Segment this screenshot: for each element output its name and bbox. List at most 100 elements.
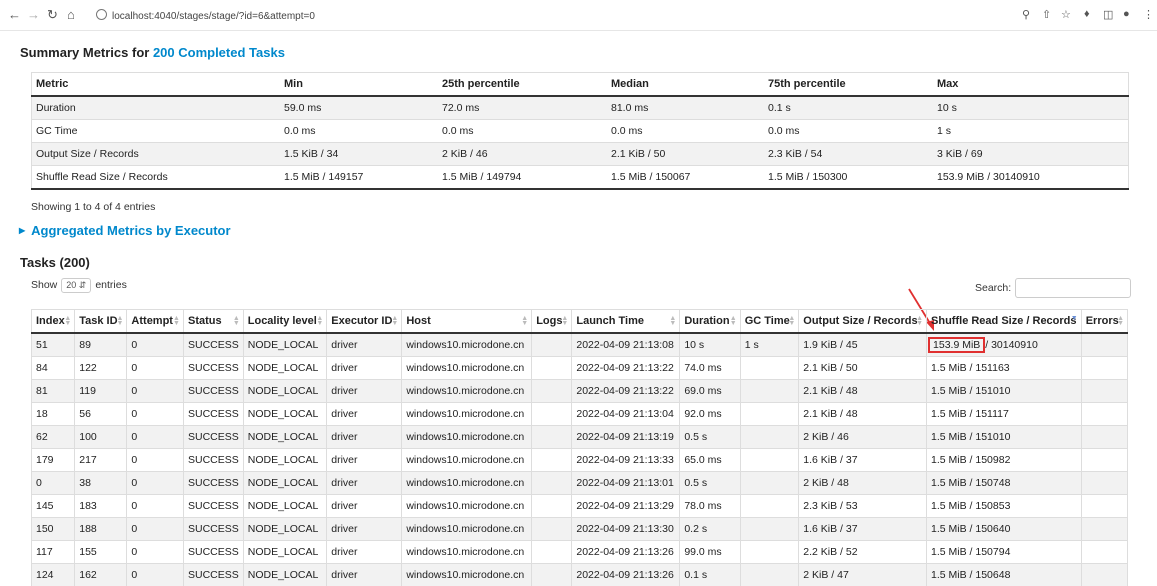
table-cell: 2.1 KiB / 50 [798, 356, 928, 380]
table-cell: NODE_LOCAL [242, 356, 328, 380]
summary-cell: 3 KiB / 69 [933, 142, 1129, 166]
table-cell: 179 [30, 448, 76, 472]
summary-cell: 2.3 KiB / 54 [764, 142, 933, 166]
tasks-col-header[interactable]: Launch Time ▲ ▼ [571, 309, 681, 334]
table-cell: 117 [30, 540, 76, 564]
completed-tasks-link[interactable]: 200 Completed Tasks [153, 45, 285, 60]
table-cell: NODE_LOCAL [242, 517, 328, 541]
sidepanel-icon[interactable]: ◫ [1103, 8, 1113, 21]
tasks-col-header[interactable]: Index ▲ ▼ [30, 309, 76, 334]
tasks-col-header[interactable]: Output Size / Records ▲ ▼ [798, 309, 928, 334]
url-text: localhost:4040/stages/stage/?id=6&attemp… [112, 11, 315, 22]
summary-cell: 0.1 s [764, 95, 933, 120]
table-cell: driver [326, 402, 403, 426]
forward-icon[interactable]: → [27, 7, 40, 22]
tasks-col-label: GC Time [744, 315, 790, 327]
menu-icon[interactable]: ⋮ [1143, 8, 1154, 21]
tasks-col-label: Index [36, 315, 65, 327]
table-cell [531, 448, 573, 472]
tasks-col-header[interactable]: Shuffle Read Size / Records ▼ [926, 309, 1082, 334]
table-row: 117 155 0 SUCCESS NODE_LOCAL driver windows10.… [30, 540, 1129, 564]
summary-cell: 153.9 MiB / 30140910 [933, 165, 1129, 189]
table-cell [531, 425, 573, 449]
share-icon[interactable]: ⇧ [1042, 8, 1051, 21]
table-cell: driver [326, 356, 403, 380]
tasks-col-header[interactable]: Errors ▲ ▼ [1080, 309, 1129, 334]
table-row: 145 183 0 SUCCESS NODE_LOCAL driver windows10.… [30, 494, 1129, 518]
table-cell: 122 [74, 356, 128, 380]
table-cell: driver [326, 332, 403, 357]
reload-icon[interactable]: ↻ [47, 7, 58, 23]
summary-title-prefix: Summary Metrics for [20, 45, 153, 60]
table-cell [739, 448, 800, 472]
home-icon[interactable]: ⌂ [67, 7, 75, 22]
tasks-col-header[interactable]: Host ▲ ▼ [401, 309, 533, 334]
table-cell: windows10.microdone.cn [401, 425, 533, 449]
table-cell [531, 517, 573, 541]
summary-cell: 0.0 ms [607, 119, 764, 143]
table-cell: 2022-04-09 21:13:22 [571, 379, 681, 403]
tasks-col-label: Status [187, 315, 222, 327]
sort-icon: ▲ ▼ [64, 315, 72, 327]
search-control: Search: [975, 278, 1132, 298]
summary-col-p75: 75th percentile [764, 72, 933, 97]
tasks-col-header[interactable]: Logs ▲ ▼ [531, 309, 573, 334]
table-row: 0 38 0 SUCCESS NODE_LOCAL driver windows10.mic… [30, 471, 1129, 495]
table-cell: 2 KiB / 46 [798, 425, 928, 449]
table-cell: 2.3 KiB / 53 [798, 494, 928, 518]
table-cell: 78.0 ms [679, 494, 741, 518]
tasks-col-label: Locality level [247, 315, 317, 327]
table-cell: NODE_LOCAL [242, 471, 328, 495]
address-bar[interactable]: localhost:4040/stages/stage/?id=6&attemp… [96, 9, 315, 22]
zoom-icon[interactable]: ⚲ [1022, 8, 1030, 21]
table-cell: 89 [74, 332, 128, 357]
summary-col-max: Max [933, 72, 1129, 97]
table-cell: 124 [30, 563, 76, 586]
table-cell [1080, 379, 1129, 403]
tasks-col-label: Duration [684, 315, 730, 327]
tasks-col-header[interactable]: GC Time ▲ ▼ [739, 309, 800, 334]
sort-icon: ▲ ▼ [173, 315, 180, 327]
tasks-col-header[interactable]: Status ▲ ▼ [182, 309, 244, 334]
summary-cell: 1.5 MiB / 150067 [607, 165, 764, 189]
summary-cell: Output Size / Records [31, 142, 280, 166]
table-cell: 2.1 KiB / 48 [798, 402, 928, 426]
summary-col-metric: Metric [31, 72, 280, 97]
table-cell: 2.2 KiB / 52 [798, 540, 928, 564]
table-cell [739, 402, 800, 426]
page-size-value: 20 [66, 280, 77, 290]
table-cell: 0 [126, 471, 184, 495]
tasks-col-label: Executor ID [331, 315, 393, 327]
tasks-header-row: Index ▲ ▼ Task ID ▲ ▼ Attempt ▲ ▼ Status ▲ ▼ Localit… [30, 309, 1129, 334]
tasks-col-header[interactable]: Duration ▲ ▼ [679, 309, 741, 334]
aggregated-metrics-toggle[interactable]: ▶ Aggregated Metrics by Executor [19, 223, 231, 238]
summary-cell: 1.5 MiB / 150300 [764, 165, 933, 189]
summary-cell: Duration [31, 95, 280, 120]
table-cell: driver [326, 494, 403, 518]
page-content: Summary Metrics for 200 Completed Tasks … [11, 30, 1146, 586]
table-row: 84 122 0 SUCCESS NODE_LOCAL driver windows10.m… [30, 356, 1129, 380]
star-icon[interactable]: ☆ [1061, 8, 1071, 21]
tasks-col-header[interactable]: Executor ID ▲ ▼ [326, 309, 403, 334]
back-icon[interactable]: ← [8, 7, 21, 22]
sort-icon: ▲ ▼ [788, 315, 796, 327]
table-cell: 0 [30, 471, 76, 495]
tasks-col-header[interactable]: Locality level ▲ ▼ [242, 309, 328, 334]
tasks-col-header[interactable]: Task ID ▲ ▼ [74, 309, 128, 334]
table-cell [739, 517, 800, 541]
summary-cell: 81.0 ms [607, 95, 764, 120]
tasks-col-header[interactable]: Attempt ▲ ▼ [126, 309, 184, 334]
table-cell: windows10.microdone.cn [401, 494, 533, 518]
table-cell: 99.0 ms [679, 540, 741, 564]
entries-label: entries [95, 279, 127, 291]
table-row: 179 217 0 SUCCESS NODE_LOCAL driver windows10.… [30, 448, 1129, 472]
table-cell: 2022-04-09 21:13:30 [571, 517, 681, 541]
page-size-select[interactable]: 20 ⇵ [61, 278, 92, 293]
aggregated-metrics-label: Aggregated Metrics by Executor [31, 223, 231, 238]
table-cell [531, 540, 573, 564]
table-cell: windows10.microdone.cn [401, 356, 533, 380]
extensions-icon[interactable]: ♦ [1084, 8, 1090, 20]
search-input[interactable] [1015, 278, 1132, 298]
table-cell: 2022-04-09 21:13:29 [571, 494, 681, 518]
profile-icon[interactable]: ● [1123, 8, 1130, 20]
